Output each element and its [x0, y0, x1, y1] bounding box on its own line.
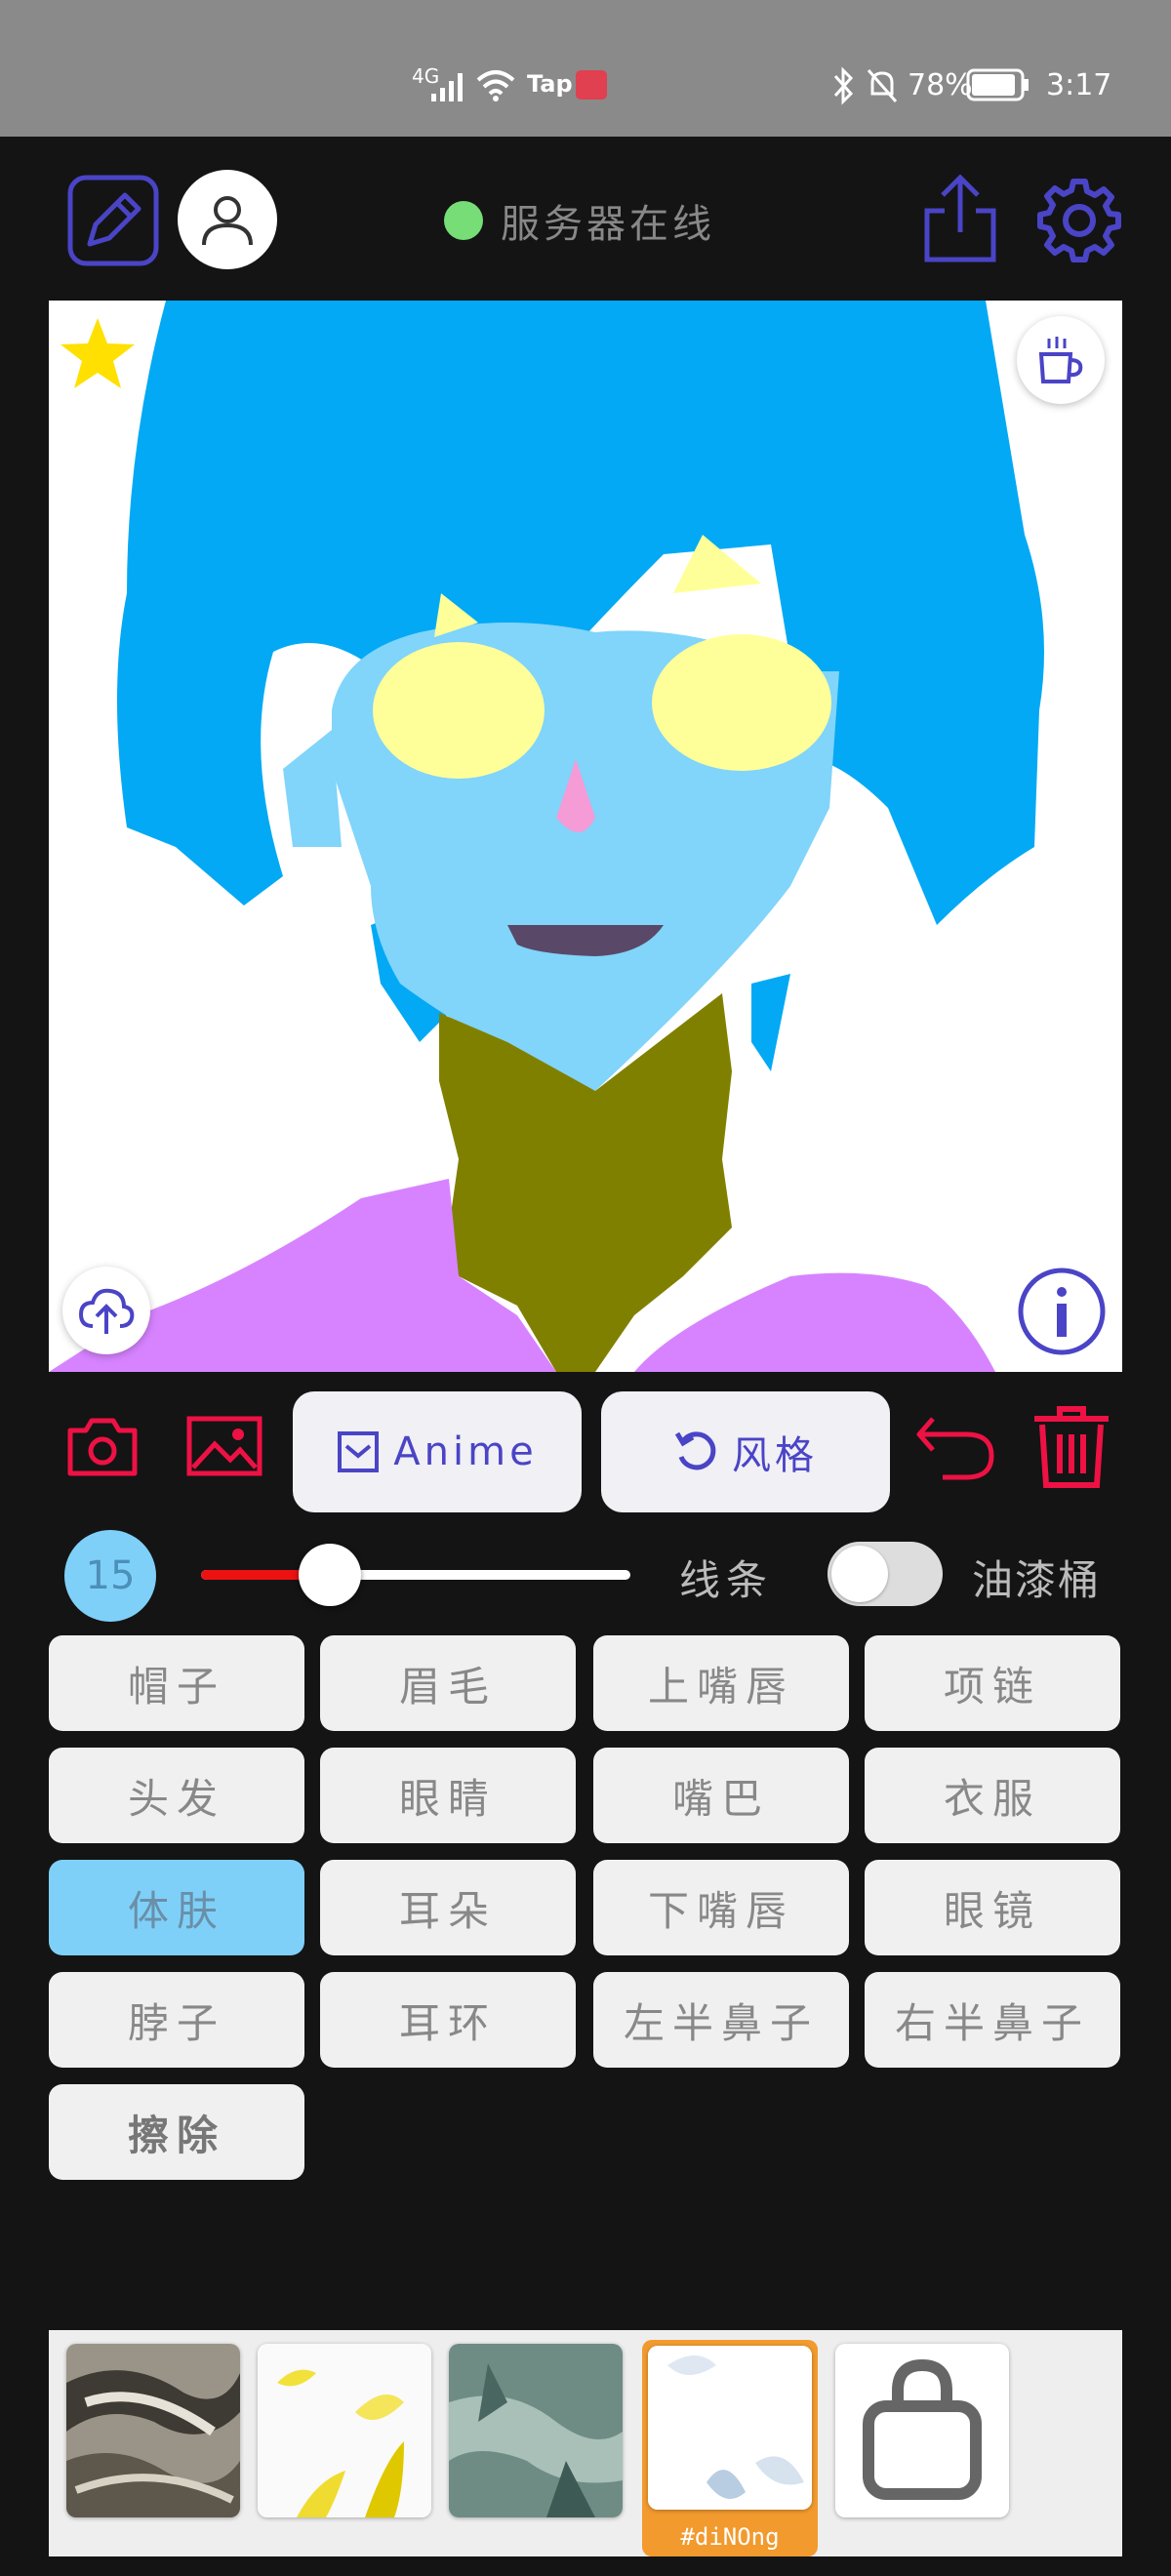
server-status: 服务器在线 — [444, 191, 715, 250]
bluetooth-icon — [833, 66, 854, 105]
coffee-icon — [1038, 337, 1083, 383]
star-icon — [61, 318, 135, 388]
brush-size-thumb[interactable] — [299, 1544, 361, 1606]
part-button[interactable]: 帽子 — [49, 1635, 304, 1731]
style-store-button[interactable] — [835, 2344, 1009, 2517]
checkbox-icon — [338, 1431, 380, 1472]
gallery-button[interactable] — [185, 1415, 263, 1481]
toggle-knob — [831, 1546, 888, 1602]
part-button[interactable]: 下嘴唇 — [593, 1860, 849, 1955]
style-label: 风格 — [732, 1433, 818, 1478]
white-petals-image — [648, 2346, 812, 2510]
part-button[interactable]: 眼镜 — [865, 1860, 1120, 1955]
part-button[interactable]: 衣服 — [865, 1748, 1120, 1843]
cloud-upload-icon — [78, 1288, 135, 1334]
part-button[interactable]: 项链 — [865, 1635, 1120, 1731]
camera-icon — [67, 1418, 138, 1476]
user-avatar-button[interactable] — [178, 170, 277, 269]
style-button[interactable]: 风格 — [601, 1391, 890, 1512]
favorite-button[interactable] — [59, 316, 137, 394]
battery-icon — [966, 68, 1029, 101]
camera-button[interactable] — [66, 1415, 139, 1481]
part-button[interactable]: 脖子 — [49, 1972, 304, 2068]
shopping-bag-icon — [863, 2358, 982, 2500]
notification-app-icon — [576, 70, 607, 100]
part-button[interactable]: 嘴巴 — [593, 1748, 849, 1843]
edit-icon — [67, 175, 159, 266]
server-status-text: 服务器在线 — [501, 202, 715, 247]
part-button[interactable]: 眉毛 — [320, 1635, 576, 1731]
style-thumb-selected[interactable]: #diNOng — [642, 2340, 818, 2556]
undo-button[interactable] — [913, 1411, 995, 1485]
style-thumb-white — [648, 2346, 812, 2510]
rotate-icon — [674, 1431, 716, 1470]
part-button[interactable]: 耳环 — [320, 1972, 576, 2068]
style-thumb-yellow[interactable] — [258, 2344, 431, 2517]
part-button[interactable]: 耳朵 — [320, 1860, 576, 1955]
paint-bucket-toggle[interactable] — [828, 1542, 943, 1606]
style-thumb-teal[interactable] — [449, 2344, 623, 2517]
wifi-icon — [476, 70, 515, 101]
segmentation-drawing — [49, 301, 1044, 1372]
paint-bucket-label: 油漆桶 — [972, 1556, 1102, 1604]
trash-icon — [1034, 1406, 1109, 1488]
signal-icon — [431, 73, 463, 101]
undo-icon — [916, 1417, 994, 1480]
part-button[interactable]: 上嘴唇 — [593, 1635, 849, 1731]
share-button[interactable] — [921, 172, 999, 265]
teal-texture-image — [449, 2344, 623, 2517]
tap-label: Tap — [527, 70, 573, 98]
anime-button[interactable]: Anime — [293, 1391, 582, 1512]
info-button[interactable] — [1017, 1267, 1107, 1356]
selected-style-label: #diNOng — [680, 2523, 780, 2551]
part-button[interactable]: 左半鼻子 — [593, 1972, 849, 2068]
edit-button[interactable] — [66, 174, 160, 267]
marble-texture-image — [66, 2344, 240, 2517]
server-status-dot — [444, 201, 483, 240]
delete-button[interactable] — [1030, 1405, 1112, 1493]
brush-size-badge: 15 — [64, 1530, 156, 1622]
part-button[interactable]: 眼睛 — [320, 1748, 576, 1843]
line-label: 线条 — [679, 1556, 774, 1604]
coffee-button[interactable] — [1017, 316, 1105, 404]
info-icon — [1018, 1268, 1106, 1355]
part-button[interactable]: 右半鼻子 — [865, 1972, 1120, 2068]
user-icon — [202, 196, 253, 246]
yellow-petals-image — [258, 2344, 431, 2517]
part-button[interactable]: 头发 — [49, 1748, 304, 1843]
mute-bell-icon — [867, 69, 898, 102]
style-thumb-marble[interactable] — [66, 2344, 240, 2517]
image-icon — [186, 1416, 262, 1476]
share-icon — [924, 174, 996, 262]
anime-label: Anime — [393, 1429, 538, 1474]
settings-button[interactable] — [1034, 176, 1124, 265]
part-button[interactable]: 擦除 — [49, 2084, 304, 2180]
status-bar: 4G Tap 78% 3:17 — [0, 0, 1171, 137]
part-button[interactable]: 体肤 — [49, 1860, 304, 1955]
battery-percent: 78% — [908, 68, 973, 102]
gear-icon — [1037, 179, 1121, 262]
style-strip: #diNOng — [49, 2330, 1122, 2556]
upload-button[interactable] — [62, 1267, 150, 1354]
clock: 3:17 — [1046, 68, 1112, 102]
drawing-canvas[interactable] — [49, 301, 1122, 1372]
